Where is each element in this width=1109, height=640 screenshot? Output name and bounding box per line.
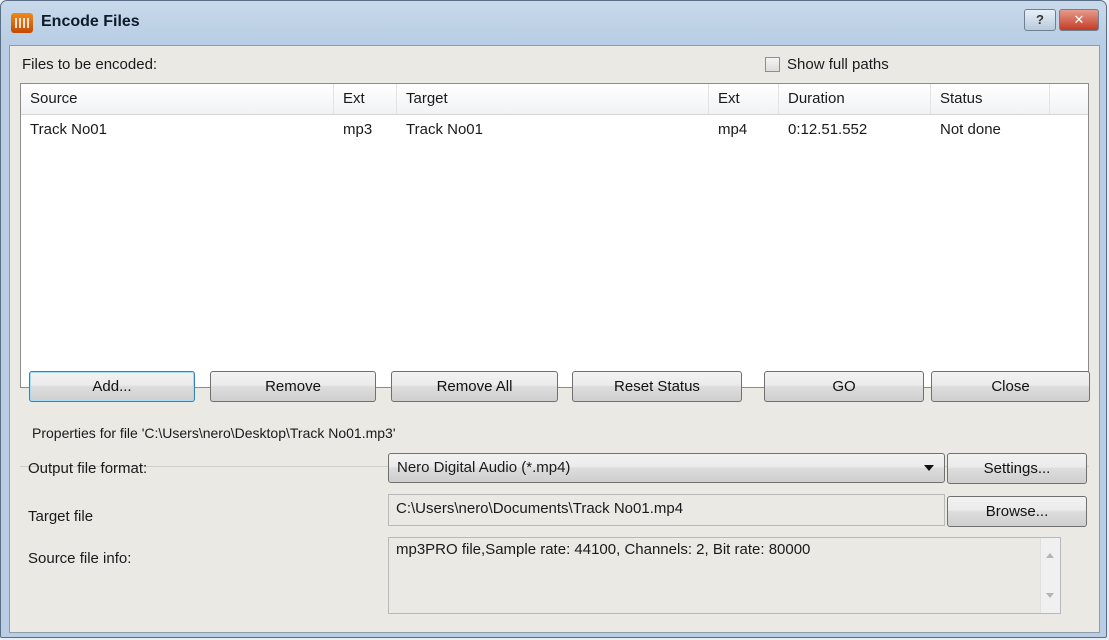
go-button[interactable]: GO xyxy=(764,371,924,402)
nero-app-icon xyxy=(11,13,33,33)
target-file-field[interactable]: C:\Users\nero\Documents\Track No01.mp4 xyxy=(388,494,945,526)
vertical-scrollbar[interactable] xyxy=(1040,538,1060,613)
help-button[interactable]: ? xyxy=(1024,9,1056,31)
show-full-paths-label[interactable]: Show full paths xyxy=(787,56,889,73)
chevron-down-icon[interactable] xyxy=(924,465,934,471)
target-file-label: Target file xyxy=(28,508,94,525)
cell-status: Not done xyxy=(940,121,1001,138)
cell-target-ext: mp4 xyxy=(718,121,748,138)
cell-duration: 0:12.51.552 xyxy=(788,121,868,138)
cell-source: Track No01 xyxy=(30,121,107,138)
source-file-info-label: Source file info: xyxy=(28,550,132,567)
files-list[interactable]: Source Ext Target Ext Duration Status Tr… xyxy=(20,83,1089,388)
files-to-encode-label: Files to be encoded: xyxy=(22,56,158,73)
output-format-value: Nero Digital Audio (*.mp4) xyxy=(397,459,571,476)
close-window-button[interactable]: ✕ xyxy=(1059,9,1099,31)
cell-target: Track No01 xyxy=(406,121,483,138)
source-file-info-value: mp3PRO file,Sample rate: 44100, Channels… xyxy=(396,541,811,558)
column-duration[interactable]: Duration xyxy=(779,84,931,114)
scroll-up-icon[interactable] xyxy=(1046,553,1054,558)
close-button[interactable]: Close xyxy=(931,371,1090,402)
settings-button[interactable]: Settings... xyxy=(947,453,1087,484)
remove-all-button[interactable]: Remove All xyxy=(391,371,558,402)
output-format-label: Output file format: xyxy=(28,460,148,477)
column-ext[interactable]: Ext xyxy=(334,84,397,114)
browse-button[interactable]: Browse... xyxy=(947,496,1087,527)
properties-for-file-label: Properties for file 'C:\Users\nero\Deskt… xyxy=(32,425,396,441)
source-file-info-box[interactable]: mp3PRO file,Sample rate: 44100, Channels… xyxy=(388,537,1061,614)
remove-button[interactable]: Remove xyxy=(210,371,376,402)
show-full-paths-checkbox[interactable] xyxy=(765,57,780,72)
window-title: Encode Files xyxy=(41,13,140,30)
column-status[interactable]: Status xyxy=(931,84,1050,114)
encode-files-window: Encode Files ? ✕ Files to be encoded: Sh… xyxy=(0,0,1107,638)
reset-status-button[interactable]: Reset Status xyxy=(572,371,742,402)
title-bar: Encode Files ? ✕ xyxy=(1,1,1106,45)
table-row[interactable]: Track No01 mp3 Track No01 mp4 0:12.51.55… xyxy=(21,115,1060,145)
add-button[interactable]: Add... xyxy=(29,371,195,402)
column-source[interactable]: Source xyxy=(21,84,334,114)
column-target-ext[interactable]: Ext xyxy=(709,84,779,114)
target-file-value: C:\Users\nero\Documents\Track No01.mp4 xyxy=(396,500,684,517)
scroll-down-icon[interactable] xyxy=(1046,593,1054,598)
output-format-dropdown[interactable]: Nero Digital Audio (*.mp4) xyxy=(388,453,945,483)
column-target[interactable]: Target xyxy=(397,84,709,114)
cell-ext: mp3 xyxy=(343,121,373,138)
list-header: Source Ext Target Ext Duration Status xyxy=(21,84,1088,115)
dialog-body: Files to be encoded: Show full paths Sou… xyxy=(9,45,1100,633)
